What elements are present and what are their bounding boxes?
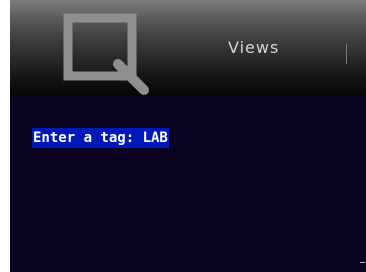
tag-input-prompt[interactable]: Enter a tag: LAB [32, 128, 169, 148]
magnifier-logo-icon[interactable] [56, 8, 156, 96]
tab-views-label: Views [228, 38, 280, 57]
nav-divider [346, 44, 347, 64]
top-nav-bar: Views [10, 0, 366, 96]
main-content: Enter a tag: LAB [10, 96, 366, 272]
tab-views[interactable]: Views [228, 38, 308, 68]
edge-mark [360, 262, 365, 263]
app-screen: Views Enter a tag: LAB [10, 0, 366, 272]
